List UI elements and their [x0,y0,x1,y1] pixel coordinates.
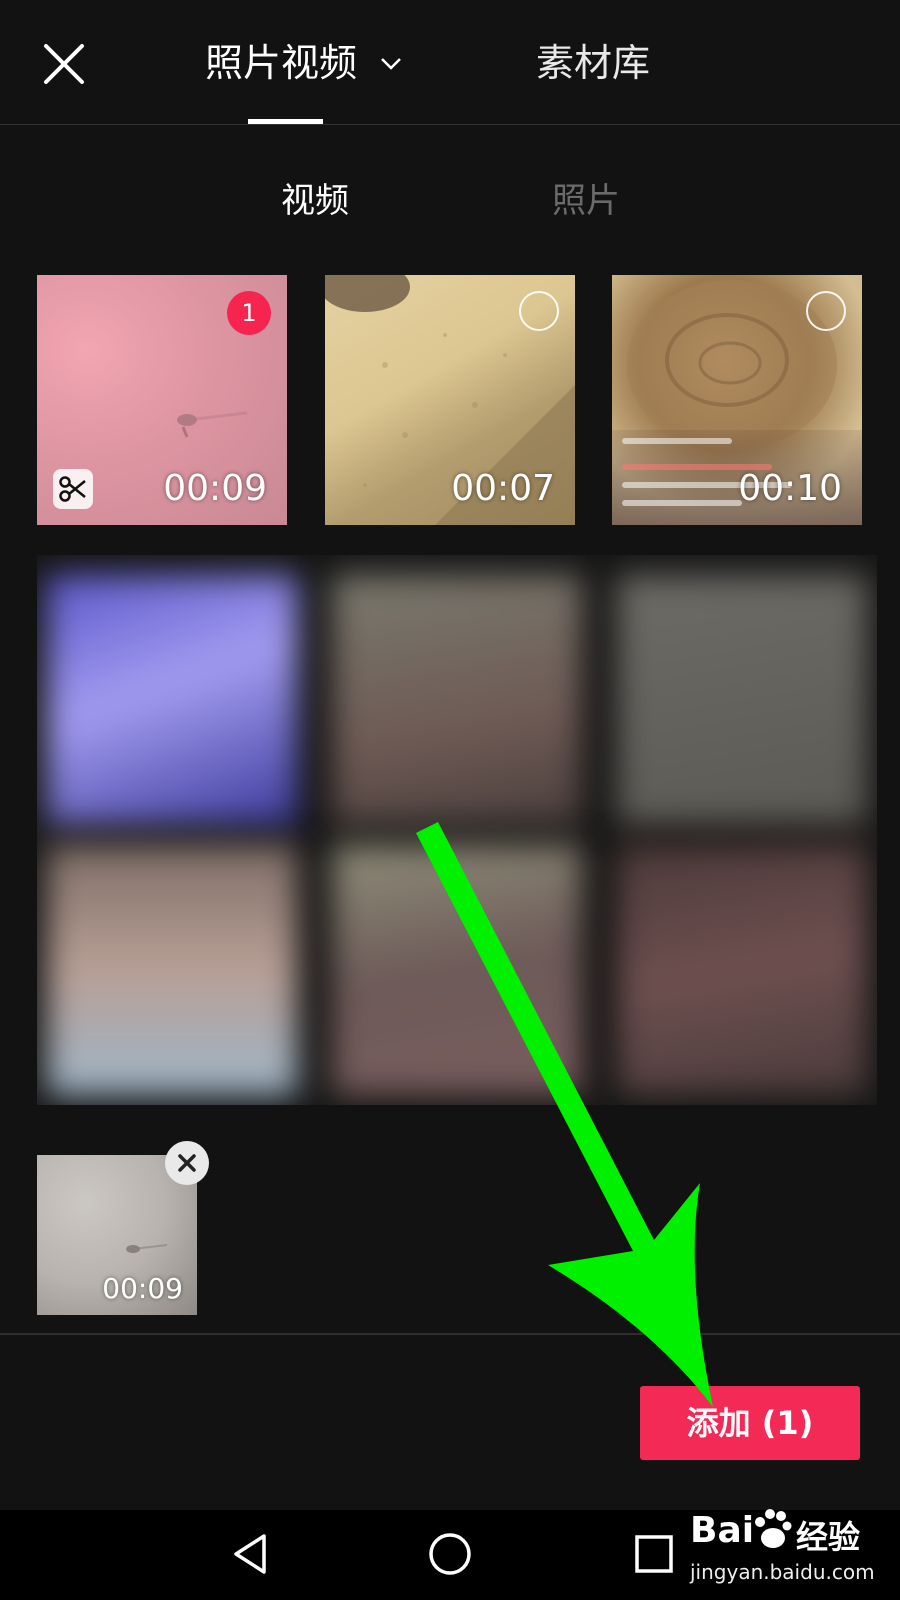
watermark-brand-cn: 经验 [796,1518,861,1556]
tab-photos-videos[interactable]: 照片视频 [205,38,357,88]
divider [0,1333,900,1335]
subtab-video[interactable]: 视频 [281,178,349,224]
top-bar [0,0,900,125]
paw-icon [755,1509,792,1548]
blurred-media-grid [37,555,877,1105]
close-icon[interactable] [40,40,88,88]
recents-icon[interactable] [630,1530,678,1578]
home-icon[interactable] [426,1530,474,1578]
subtab-photo[interactable]: 照片 [552,178,620,224]
tab-material-library[interactable]: 素材库 [536,38,650,88]
selection-index-badge[interactable]: 1 [227,291,271,335]
remove-icon[interactable] [165,1141,209,1185]
back-icon[interactable] [228,1530,276,1578]
active-tab-indicator [248,119,323,124]
select-circle[interactable] [806,291,846,331]
video-duration: 00:09 [102,1272,183,1305]
video-duration: 00:07 [451,468,555,509]
media-thumbnail[interactable]: 00:10 [612,275,862,525]
media-thumbnail[interactable]: 1 00:09 [37,275,287,525]
select-circle[interactable] [519,291,559,331]
add-button[interactable]: 添加 (1) [640,1386,860,1460]
baidu-jingyan-watermark: Bai 经验 jingyan.baidu.com [690,1500,890,1595]
watermark-brand: Bai [690,1510,755,1551]
video-duration: 00:09 [163,468,267,509]
video-duration: 00:10 [738,468,842,509]
watermark-url: jingyan.baidu.com [690,1560,875,1584]
scissors-icon[interactable] [53,469,93,509]
media-thumbnail[interactable]: 00:07 [325,275,575,525]
chevron-down-icon[interactable] [378,50,404,76]
